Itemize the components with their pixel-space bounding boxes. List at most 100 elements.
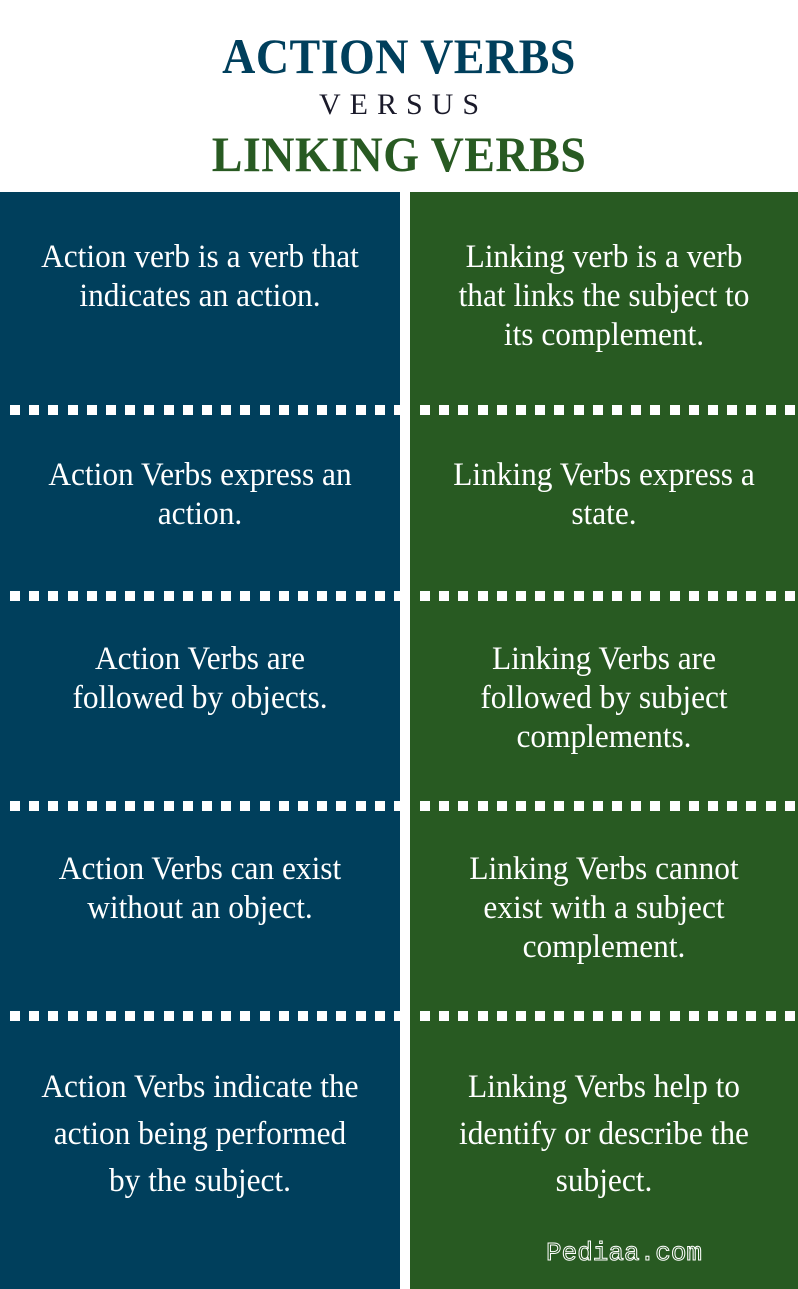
divider-dot (554, 405, 564, 415)
divider-dot (125, 1011, 135, 1021)
action-verbs-point-2: Action Verbs express an action. (0, 456, 400, 586)
linking-verbs-column: Linking verb is a verb that links the su… (410, 192, 798, 1289)
divider-dot (68, 591, 78, 601)
divider-dot (497, 591, 507, 601)
dotted-divider (0, 801, 400, 811)
divider-dot (336, 591, 346, 601)
divider-dot (221, 591, 231, 601)
divider-dot (478, 591, 488, 601)
divider-dot (689, 591, 699, 601)
divider-dot (240, 591, 250, 601)
divider-dot (593, 405, 603, 415)
divider-dot (48, 801, 58, 811)
divider-dot (439, 1011, 449, 1021)
divider-dot (497, 405, 507, 415)
divider-dot (612, 405, 622, 415)
divider-dot (727, 405, 737, 415)
divider-dot (420, 591, 430, 601)
divider-dot (458, 405, 468, 415)
divider-dot (689, 801, 699, 811)
linking-verbs-point-text: Linking verb is a verb that links the su… (458, 239, 750, 353)
divider-dot (298, 1011, 308, 1021)
divider-dot (785, 801, 795, 811)
divider-dot (375, 591, 385, 601)
divider-dot (439, 405, 449, 415)
divider-dot (394, 405, 400, 415)
divider-dot (202, 591, 212, 601)
divider-dot (593, 801, 603, 811)
divider-dot (87, 591, 97, 601)
divider-dot (612, 1011, 622, 1021)
divider-dot (48, 1011, 58, 1021)
divider-dot (766, 405, 776, 415)
divider-dot (260, 591, 270, 601)
divider-dot (458, 801, 468, 811)
divider-dot (574, 405, 584, 415)
divider-dot (708, 405, 718, 415)
divider-dot (29, 405, 39, 415)
dotted-divider (0, 591, 400, 601)
divider-dot (516, 591, 526, 601)
divider-dot (144, 405, 154, 415)
divider-dot (631, 801, 641, 811)
divider-dot (439, 801, 449, 811)
divider-dot (317, 405, 327, 415)
divider-dot (650, 801, 660, 811)
divider-dot (574, 1011, 584, 1021)
divider-dot (593, 1011, 603, 1021)
divider-dot (746, 801, 756, 811)
divider-dot (420, 1011, 430, 1021)
divider-dot (106, 801, 116, 811)
divider-dot (727, 801, 737, 811)
divider-dot (68, 801, 78, 811)
divider-dot (164, 591, 174, 601)
divider-dot (260, 801, 270, 811)
divider-dot (317, 801, 327, 811)
divider-dot (593, 591, 603, 601)
divider-dot (125, 405, 135, 415)
linking-verbs-point-text: Linking Verbs help to identify or descri… (459, 1069, 749, 1199)
divider-dot (10, 591, 20, 601)
divider-dot (106, 1011, 116, 1021)
divider-dot (766, 591, 776, 601)
linking-verbs-point-text: Linking Verbs cannot exist with a subjec… (469, 851, 739, 965)
divider-dot (746, 405, 756, 415)
divider-dot (420, 801, 430, 811)
linking-verbs-point-2: Linking Verbs express a state. (410, 456, 798, 586)
divider-dot (183, 405, 193, 415)
divider-dot (375, 801, 385, 811)
divider-dot (375, 405, 385, 415)
divider-dot (612, 591, 622, 601)
divider-dot (68, 1011, 78, 1021)
divider-dot (554, 801, 564, 811)
divider-dot (535, 591, 545, 601)
divider-dot (279, 591, 289, 601)
action-verbs-column: Action verb is a verb that indicates an … (0, 192, 400, 1289)
action-verbs-point-text: Action Verbs are followed by objects. (72, 641, 328, 716)
dotted-divider (0, 1011, 400, 1021)
divider-dot (202, 801, 212, 811)
divider-dot (183, 591, 193, 601)
divider-dot (48, 405, 58, 415)
divider-dot (221, 1011, 231, 1021)
divider-dot (298, 591, 308, 601)
divider-dot (394, 591, 400, 601)
divider-dot (650, 405, 660, 415)
divider-dot (183, 801, 193, 811)
divider-dot (29, 1011, 39, 1021)
divider-dot (260, 1011, 270, 1021)
divider-dot (48, 591, 58, 601)
divider-dot (29, 591, 39, 601)
divider-dot (336, 801, 346, 811)
divider-dot (708, 801, 718, 811)
linking-verbs-point-3: Linking Verbs are followed by subject co… (410, 640, 798, 790)
linking-verbs-point-4: Linking Verbs cannot exist with a subjec… (410, 850, 798, 1010)
divider-dot (420, 405, 430, 415)
dotted-divider (410, 405, 798, 415)
divider-dot (144, 801, 154, 811)
divider-dot (766, 801, 776, 811)
divider-dot (279, 801, 289, 811)
divider-dot (650, 591, 660, 601)
divider-dot (535, 405, 545, 415)
divider-dot (221, 405, 231, 415)
